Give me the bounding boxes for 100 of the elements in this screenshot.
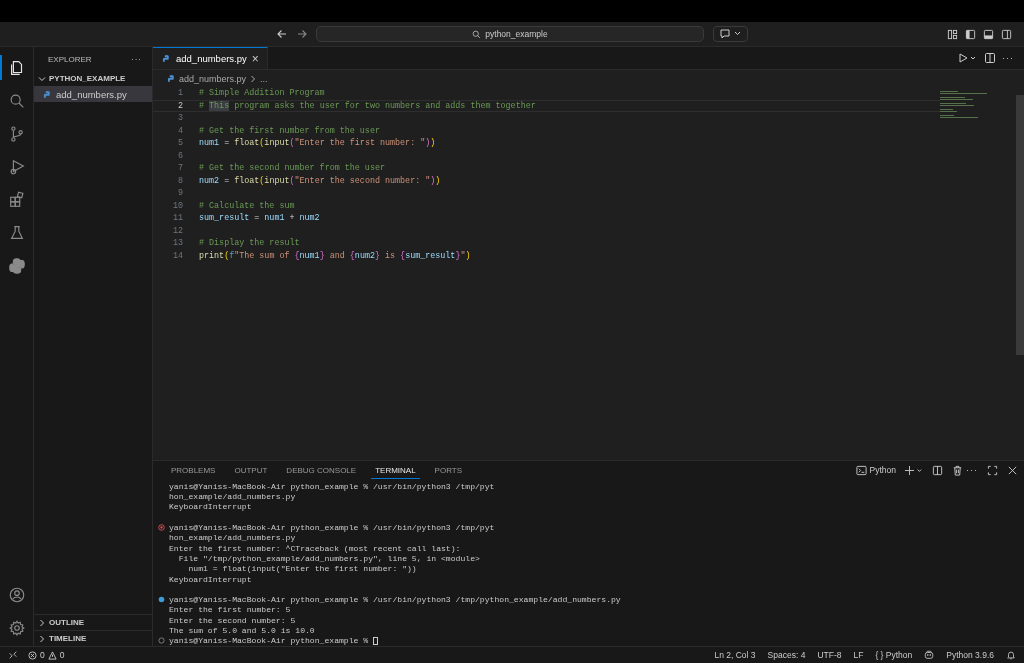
python-file-icon: [162, 54, 171, 63]
code-line: num2 = float(input("Enter the second number: ")): [199, 175, 441, 186]
status-item[interactable]: { } Python: [875, 650, 913, 660]
line-number: 3: [176, 113, 184, 124]
success-marker-icon[interactable]: [157, 596, 165, 604]
terminal-line: KeyboardInterrupt: [169, 574, 252, 584]
python-file-icon: [167, 74, 176, 83]
terminal-line: hon_example/add_numbers.py: [169, 492, 296, 502]
more-actions-button[interactable]: ···: [131, 54, 142, 64]
run-icon[interactable]: [958, 52, 978, 64]
chat-dropdown-icon[interactable]: [718, 28, 743, 40]
terminal-line: yanis@Yaniss-MacBook-Air python_example % /usr/bin/python3 /tmp/python_example/add_numbers.py: [169, 595, 621, 605]
more-actions-button[interactable]: ···: [966, 465, 978, 476]
code-line: # Get the second number from the user: [199, 163, 385, 174]
status-item[interactable]: Spaces: 4: [767, 650, 806, 660]
forward-arrow-icon[interactable]: [296, 28, 308, 40]
terminal-selector[interactable]: Python: [869, 465, 896, 476]
warning-count[interactable]: 0: [59, 650, 65, 660]
line-number: 8: [176, 175, 184, 186]
notification-bell-icon[interactable]: [1006, 650, 1016, 660]
maximize-icon[interactable]: [987, 464, 998, 476]
settings-icon[interactable]: [7, 618, 26, 637]
split-editor-icon[interactable]: [984, 52, 996, 64]
more-actions-button[interactable]: ···: [1002, 53, 1014, 63]
line-number: 13: [171, 238, 184, 249]
tab-label[interactable]: add_numbers.py: [176, 53, 247, 64]
code-line: # Simple Addition Program: [199, 88, 325, 99]
editor-tab[interactable]: add_numbers.py ×: [153, 47, 268, 69]
chevron-icon: [249, 74, 258, 83]
terminal-line: File "/tmp/python_example/add_numbers.py", line 5, in <module>: [177, 553, 480, 563]
line-number: 11: [171, 213, 184, 224]
code-line: # Display the result: [199, 238, 300, 249]
terminal-line: Enter the first number: 5: [169, 605, 291, 615]
terminal-line: yanis@Yaniss-MacBook-Air python_example % /usr/bin/python3 /tmp/pyt: [169, 523, 495, 533]
breadcrumb-item[interactable]: ...: [260, 73, 268, 84]
status-item[interactable]: LF: [853, 650, 864, 660]
line-number: 7: [176, 163, 184, 174]
terminal-line: Enter the first number: ^CTraceback (most recent call last):: [169, 543, 461, 553]
panel-tab[interactable]: PROBLEMS: [167, 461, 220, 479]
remote-icon[interactable]: [8, 650, 18, 660]
panel-tab[interactable]: OUTPUT: [230, 461, 272, 479]
back-arrow-icon[interactable]: [276, 28, 288, 40]
panel-toggle-icon[interactable]: [983, 28, 994, 40]
code-line: sum_result = num1 + num2: [199, 213, 320, 224]
terminal-line: num1 = float(input("Enter the first number: ")): [187, 564, 417, 574]
code-line: num1 = float(input("Enter the first number: ")): [199, 138, 436, 149]
code-line: # This program asks the user for two numbers and adds them together: [199, 100, 536, 111]
line-number: 10: [171, 200, 184, 211]
chevron-icon[interactable]: [38, 618, 46, 627]
terminal-line: Enter the second number: 5: [169, 615, 296, 625]
error-count[interactable]: 0: [40, 650, 45, 660]
debug-icon[interactable]: [7, 157, 26, 176]
status-item[interactable]: Ln 2, Col 3: [714, 650, 756, 660]
copilot-icon[interactable]: [924, 650, 935, 660]
terminal-line: yanis@Yaniss-MacBook-Air python_example %: [169, 636, 370, 646]
command-search-field[interactable]: python_example: [316, 26, 704, 42]
chevron-icon[interactable]: [38, 74, 46, 83]
python-file-icon: [43, 89, 52, 99]
interpreter-status[interactable]: Python 3.9.6: [946, 650, 994, 660]
warning-icon[interactable]: [47, 650, 57, 660]
panel-tab[interactable]: TERMINAL: [371, 461, 420, 479]
line-number: 12: [171, 225, 184, 236]
file-item[interactable]: add_numbers.py: [34, 86, 152, 102]
trash-icon[interactable]: [952, 464, 963, 476]
sidebar-toggle-icon[interactable]: [965, 28, 976, 40]
line-number: 2: [176, 100, 184, 111]
close-tab-button[interactable]: ×: [251, 51, 259, 66]
split-terminal-icon[interactable]: [932, 464, 943, 476]
line-number: 1: [176, 88, 184, 99]
extensions-icon[interactable]: [7, 190, 26, 209]
add-terminal-icon[interactable]: [905, 464, 923, 476]
panel-tab[interactable]: PORTS: [430, 461, 467, 479]
code-line: # Calculate the sum: [199, 200, 295, 211]
line-number: 6: [176, 150, 184, 161]
close-icon[interactable]: [1007, 464, 1018, 476]
line-number: 5: [176, 138, 184, 149]
error-marker-icon[interactable]: [157, 524, 165, 532]
panel-tab[interactable]: DEBUG CONSOLE: [282, 461, 361, 479]
breadcrumb-item[interactable]: add_numbers.py: [179, 73, 247, 84]
terminal-line: yanis@Yaniss-MacBook-Air python_example % /usr/bin/python3 /tmp/pyt: [169, 481, 495, 491]
idle-marker-icon[interactable]: [157, 637, 165, 645]
section-header[interactable]: OUTLINE: [49, 618, 85, 627]
error-icon[interactable]: [28, 650, 37, 660]
line-number: 14: [171, 250, 184, 261]
status-item[interactable]: UTF-8: [817, 650, 842, 660]
account-icon[interactable]: [7, 585, 26, 604]
terminal-icon[interactable]: [855, 464, 867, 476]
code-line: print(f"The sum of {num1} and {num2} is {sum_result}"): [199, 250, 471, 261]
folder-label[interactable]: PYTHON_EXAMPLE: [49, 74, 126, 83]
section-header[interactable]: TIMELINE: [49, 634, 87, 643]
chevron-icon[interactable]: [38, 634, 46, 643]
terminal-line: The sum of 5.0 and 5.0 is 10.0: [169, 626, 315, 636]
line-number: 4: [176, 125, 184, 136]
line-number: 9: [176, 188, 184, 199]
scrollbar[interactable]: [1016, 95, 1024, 355]
secondary-sidebar-icon[interactable]: [1001, 28, 1012, 40]
search-icon: [472, 29, 482, 39]
explorer-title: EXPLORER: [48, 54, 92, 64]
code-line: # Get the first number from the user: [199, 125, 380, 136]
layout-icon[interactable]: [947, 28, 958, 40]
